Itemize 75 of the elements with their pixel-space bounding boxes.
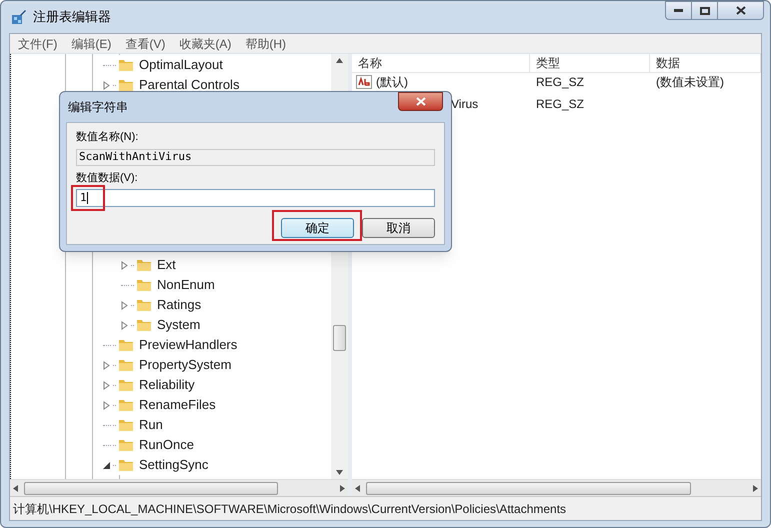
dialog-button[interactable]: 取消 [362,218,435,238]
horizontal-scrollbar[interactable] [10,479,348,496]
tree-item[interactable]: OptimalLayout [136,55,223,75]
expand-arrow-icon[interactable] [103,80,111,90]
tree-item[interactable]: SettingSync [136,455,208,475]
tree-item[interactable]: Ratings [154,295,202,315]
collapse-arrow-icon[interactable] [103,460,111,470]
menu-item[interactable]: 帮助(H) [245,34,286,52]
close-icon [736,6,746,15]
scroll-left-icon[interactable] [13,484,18,492]
tree-item[interactable]: Reliability [136,375,195,395]
scroll-down-icon[interactable] [336,470,343,475]
scroll-thumb[interactable] [366,482,691,494]
expand-arrow-icon[interactable] [103,380,111,390]
tree-item[interactable]: System [154,315,200,335]
close-button[interactable] [398,92,443,111]
status-path: 计算机\HKEY_LOCAL_MACHINE\SOFTWARE\Microsoft\Windows\CurrentVersion\Policies\Attachments [13,500,566,518]
expand-arrow-icon[interactable] [103,360,111,370]
scroll-thumb[interactable] [333,325,346,351]
tree-item[interactable]: PropertySystem [136,355,232,375]
scroll-right-icon[interactable] [753,484,758,492]
folder-icon [136,277,152,293]
expand-arrow-icon[interactable] [121,260,129,270]
tree-item[interactable]: Parental Controls [136,75,240,95]
folder-icon [136,297,152,313]
value-type: REG_SZ [535,74,586,90]
expand-arrow-icon[interactable] [103,400,111,410]
value-data: (数值未设置) [655,74,725,90]
dialog-title: 编辑字符串 [68,99,128,116]
value-name-field: ScanWithAntiVirus [76,148,435,166]
menu-item[interactable]: 查看(V) [125,34,166,52]
folder-icon [136,317,152,333]
value-name: (默认) [376,74,408,90]
column-header[interactable]: 名称 [352,54,530,72]
folder-icon [118,337,134,353]
folder-icon [136,257,152,273]
scroll-up-icon[interactable] [336,58,343,63]
scroll-thumb[interactable] [24,482,278,494]
tree-item[interactable]: Run [136,415,163,435]
minimize-button[interactable] [665,1,692,20]
folder-icon [118,77,134,93]
folder-icon [118,437,134,453]
scroll-left-icon[interactable] [355,484,360,492]
menu-item[interactable]: 文件(F) [18,34,58,52]
value-data-field[interactable]: 1 [76,189,435,207]
horizontal-scrollbar[interactable] [352,479,761,496]
value-name: Virus [451,96,478,113]
tree-item[interactable]: RenameFiles [136,395,216,415]
column-header[interactable]: 类型 [530,54,650,72]
tree-item[interactable]: RunOnce [136,435,194,455]
folder-icon [118,357,134,373]
tree-item[interactable]: Ext [154,255,176,275]
folder-icon [118,57,134,73]
close-button[interactable] [718,1,764,20]
dialog-button[interactable]: 确定 [281,218,354,238]
value-name-label: 数值名称(N): [76,130,140,145]
window-title: 注册表编辑器 [33,8,111,26]
menu-item[interactable]: 编辑(E) [71,34,112,52]
expand-arrow-icon[interactable] [121,320,129,330]
tree-item[interactable]: PreviewHandlers [136,335,238,355]
registry-app-icon [11,9,27,25]
expand-arrow-icon[interactable] [121,300,129,310]
folder-icon [118,377,134,393]
close-icon [416,97,426,106]
folder-icon [118,397,134,413]
menu-item[interactable]: 收藏夹(A) [179,34,232,52]
folder-icon [118,457,134,473]
value-data-label: 数值数据(V): [76,170,139,186]
scroll-right-icon[interactable] [340,484,345,492]
maximize-button[interactable] [692,1,718,20]
tree-item[interactable]: NonEnum [154,275,215,295]
column-header[interactable]: 数据 [650,54,761,72]
string-value-icon [356,74,372,88]
value-type: REG_SZ [535,96,586,113]
folder-icon [118,417,134,433]
